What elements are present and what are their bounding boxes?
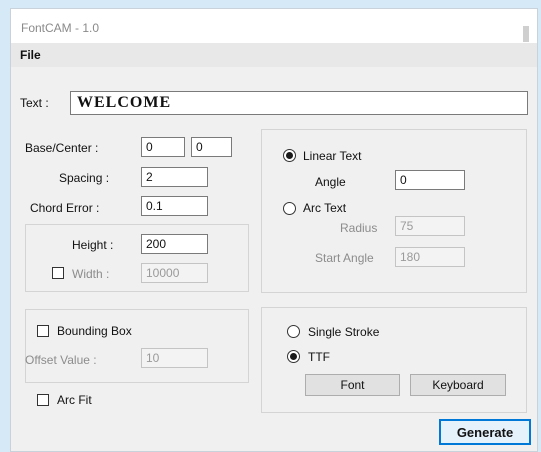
bounding-box-group [25,309,249,383]
linear-text-label: Linear Text [303,149,362,163]
spacing-input[interactable] [141,167,208,187]
height-input[interactable] [141,234,208,254]
start-angle-label: Start Angle [315,251,374,265]
arc-fit-checkbox[interactable] [37,394,49,406]
base-center-y-input[interactable] [191,137,232,157]
single-stroke-radio[interactable] [287,325,300,338]
keyboard-button[interactable]: Keyboard [410,374,506,396]
start-angle-input[interactable] [395,247,465,267]
chord-error-label: Chord Error : [30,201,100,215]
size-group [25,224,249,292]
radius-input[interactable] [395,216,465,236]
angle-label: Angle [315,175,346,189]
text-mode-group [261,129,527,293]
arc-text-radio[interactable] [283,202,296,215]
base-center-x-input[interactable] [141,137,185,157]
menu-bar: File [11,43,537,67]
ttf-label: TTF [308,350,330,364]
window-control-button[interactable] [523,26,529,42]
font-button[interactable]: Font [305,374,400,396]
text-input[interactable] [70,91,528,115]
spacing-label: Spacing : [59,171,110,185]
font-mode-group [261,307,527,413]
arc-text-label: Arc Text [303,201,347,215]
chord-error-input[interactable] [141,196,208,216]
ttf-radio[interactable] [287,350,300,363]
radius-label: Radius [340,221,378,235]
height-label: Height : [72,238,114,252]
offset-value-label: Offset Value : [25,353,97,367]
single-stroke-label: Single Stroke [308,325,380,339]
menu-file[interactable]: File [20,48,41,62]
text-label: Text : [20,96,49,110]
linear-text-radio[interactable] [283,149,296,162]
width-checkbox[interactable] [52,267,64,279]
bounding-box-label: Bounding Box [57,324,132,338]
width-label: Width : [72,267,110,281]
bounding-box-checkbox[interactable] [37,325,49,337]
arc-fit-label: Arc Fit [57,393,92,407]
width-input[interactable] [141,263,208,283]
offset-value-input[interactable] [141,348,208,368]
generate-button[interactable]: Generate [439,419,531,445]
angle-input[interactable] [395,170,465,190]
window-title: FontCAM - 1.0 [21,21,100,35]
base-center-label: Base/Center : [25,141,99,155]
main-window: FontCAM - 1.0 File Text : Base/Center : … [10,8,538,452]
title-bar: FontCAM - 1.0 [11,9,537,43]
